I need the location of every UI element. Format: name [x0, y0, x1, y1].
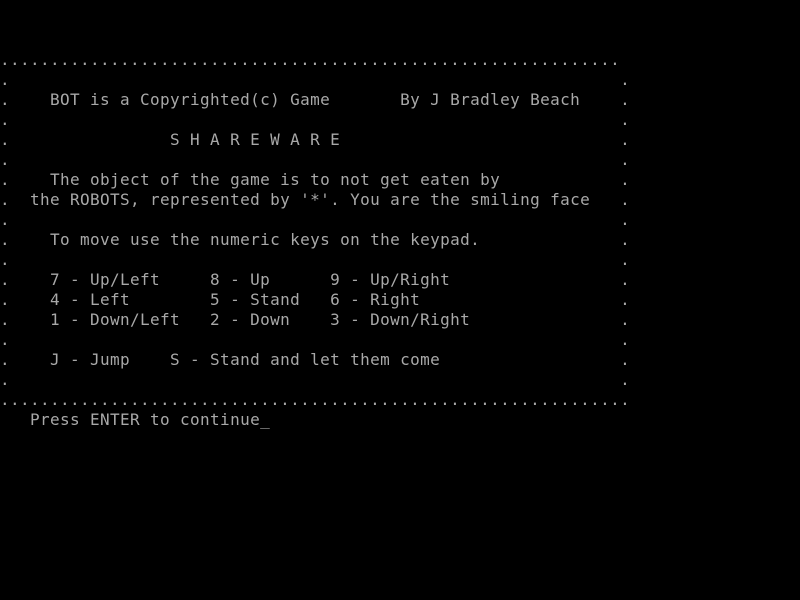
border-line: . . — [0, 70, 631, 89]
border-line: . . — [0, 110, 631, 129]
move-instruction: . To move use the numeric keys on the ke… — [0, 230, 631, 249]
prompt-text: Press ENTER to continue — [0, 410, 261, 429]
border-line: . . — [0, 330, 631, 349]
border-line: . . — [0, 370, 631, 389]
keys-row-middle: . 4 - Left 5 - Stand 6 - Right . — [0, 290, 631, 309]
border-top: ........................................… — [0, 50, 631, 69]
text-cursor: _ — [260, 410, 271, 429]
border-line: . . — [0, 150, 631, 169]
special-keys-line: . J - Jump S - Stand and let them come . — [0, 350, 631, 369]
continue-prompt[interactable]: Press ENTER to continue_ — [0, 410, 270, 430]
dos-screen: ........................................… — [0, 0, 800, 600]
keys-row-bottom: . 1 - Down/Left 2 - Down 3 - Down/Right … — [0, 310, 631, 329]
copyright-line: . BOT is a Copyrighted(c) Game By J Brad… — [0, 90, 631, 109]
keys-row-top: . 7 - Up/Left 8 - Up 9 - Up/Right . — [0, 270, 631, 289]
shareware-title: . S H A R E W A R E . — [0, 130, 631, 149]
objective-line-2: . the ROBOTS, represented by '*'. You ar… — [0, 190, 631, 209]
border-line: . . — [0, 210, 631, 229]
border-bottom: ........................................… — [0, 390, 631, 409]
objective-line-1: . The object of the game is to not get e… — [0, 170, 631, 189]
border-line: . . — [0, 250, 631, 269]
